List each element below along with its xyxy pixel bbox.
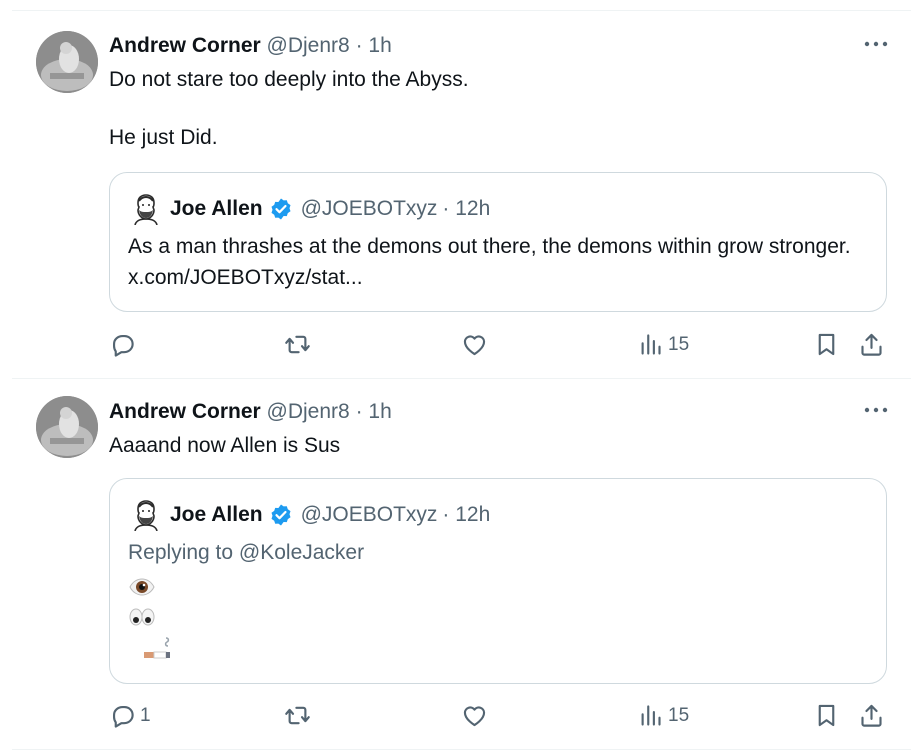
quote-text: As a man thrashes at the demons out ther… bbox=[128, 235, 851, 289]
timestamp[interactable]: · 1h bbox=[356, 34, 392, 57]
reply-button[interactable] bbox=[109, 331, 140, 358]
replying-to: Replying to @KoleJacker bbox=[128, 541, 364, 565]
views-icon bbox=[641, 705, 661, 726]
tweet-text: Aaaand now Allen is Sus bbox=[109, 434, 341, 457]
tweet[interactable]: Andrew Corner @Djenr8 · 1h Aaaand now Al… bbox=[12, 379, 911, 749]
replying-prefix: Replying to bbox=[128, 541, 239, 564]
replying-to-handle[interactable]: @KoleJacker bbox=[239, 541, 364, 564]
smoking-emoji bbox=[140, 634, 176, 669]
quoted-tweet[interactable]: Joe Allen @JOEBOTxyz · 12h As a man thra… bbox=[109, 172, 887, 312]
bookmark-button[interactable] bbox=[813, 702, 840, 729]
more-icon[interactable] bbox=[863, 37, 889, 49]
quote-header: Joe Allen @JOEBOTxyz · 12h bbox=[132, 499, 490, 531]
quote-avatar[interactable] bbox=[132, 193, 160, 225]
more-icon[interactable] bbox=[863, 403, 889, 415]
divider bbox=[12, 749, 911, 750]
like-icon bbox=[463, 335, 486, 356]
quote-author-name[interactable]: Joe Allen bbox=[170, 197, 263, 221]
views-button[interactable]: 15 bbox=[637, 702, 689, 729]
like-button[interactable] bbox=[461, 331, 492, 358]
like-icon bbox=[463, 706, 486, 727]
eye-emoji bbox=[128, 576, 156, 603]
verified-icon bbox=[271, 504, 291, 526]
share-icon bbox=[861, 333, 882, 356]
tweet-header: Andrew Corner @Djenr8 · 1h bbox=[109, 33, 392, 59]
avatar[interactable] bbox=[36, 396, 98, 458]
repost-icon bbox=[285, 335, 310, 354]
views-button[interactable]: 15 bbox=[637, 331, 689, 358]
views-count: 15 bbox=[668, 333, 690, 355]
bookmark-button[interactable] bbox=[813, 331, 840, 358]
share-button[interactable] bbox=[858, 331, 885, 358]
tweet-text: Do not stare too deeply into the Abyss. … bbox=[109, 68, 469, 149]
reply-icon bbox=[112, 705, 134, 728]
repost-button[interactable] bbox=[284, 331, 315, 358]
timestamp[interactable]: · 1h bbox=[356, 400, 392, 423]
action-bar: 1 15 bbox=[109, 702, 903, 732]
reply-count: 1 bbox=[140, 704, 151, 726]
author-handle[interactable]: @Djenr8 bbox=[267, 34, 350, 57]
tweet[interactable]: Andrew Corner @Djenr8 · 1h Do not stare … bbox=[12, 11, 911, 378]
quote-header: Joe Allen @JOEBOTxyz · 12h bbox=[132, 193, 490, 225]
repost-icon bbox=[285, 706, 310, 725]
views-icon bbox=[641, 334, 661, 355]
avatar[interactable] bbox=[36, 31, 98, 93]
quote-author-handle[interactable]: @JOEBOTxyz bbox=[301, 503, 438, 527]
tweet-header: Andrew Corner @Djenr8 · 1h bbox=[109, 399, 392, 425]
reply-button[interactable]: 1 bbox=[109, 702, 151, 729]
quote-avatar[interactable] bbox=[132, 499, 160, 531]
share-icon bbox=[861, 704, 882, 727]
bookmark-icon bbox=[818, 333, 835, 356]
action-bar: 15 bbox=[109, 331, 903, 361]
bookmark-icon bbox=[818, 704, 835, 727]
like-button[interactable] bbox=[461, 702, 492, 729]
repost-button[interactable] bbox=[284, 702, 315, 729]
quote-author-handle[interactable]: @JOEBOTxyz bbox=[301, 197, 438, 221]
author-handle[interactable]: @Djenr8 bbox=[267, 400, 350, 423]
share-button[interactable] bbox=[858, 702, 885, 729]
author-name[interactable]: Andrew Corner bbox=[109, 400, 261, 423]
quote-timestamp[interactable]: · 12h bbox=[442, 503, 490, 527]
reply-icon bbox=[112, 334, 134, 357]
quoted-tweet[interactable]: Joe Allen @JOEBOTxyz · 12h Replying to @… bbox=[109, 478, 887, 684]
verified-icon bbox=[271, 198, 291, 220]
author-name[interactable]: Andrew Corner bbox=[109, 34, 261, 57]
quote-timestamp[interactable]: · 12h bbox=[442, 197, 490, 221]
views-count: 15 bbox=[668, 704, 690, 726]
eyes-emoji bbox=[128, 606, 156, 633]
quote-author-name[interactable]: Joe Allen bbox=[170, 503, 263, 527]
